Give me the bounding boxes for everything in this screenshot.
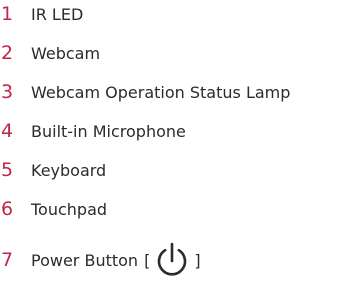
legend-label: Power Button bbox=[31, 250, 139, 270]
legend-item-built-in-microphone: 4 Built-in Microphone bbox=[0, 117, 186, 145]
legend-label: Touchpad bbox=[31, 199, 108, 219]
power-symbol-group: [ ] bbox=[138, 240, 201, 280]
legend-number: 7 bbox=[1, 249, 14, 271]
legend-item-webcam: 2 Webcam bbox=[0, 39, 100, 67]
legend-item-touchpad: 6 Touchpad bbox=[0, 195, 107, 223]
bracket-open: [ bbox=[144, 250, 151, 270]
legend-label: IR LED bbox=[31, 4, 84, 24]
legend-number: 5 bbox=[1, 159, 14, 181]
legend-label: Built-in Microphone bbox=[31, 121, 186, 141]
legend-number: 2 bbox=[1, 42, 14, 64]
bracket-close: ] bbox=[194, 250, 201, 270]
legend-label: Webcam Operation Status Lamp bbox=[31, 82, 291, 102]
legend-number: 6 bbox=[1, 198, 14, 220]
component-legend: 1 IR LED 2 Webcam 3 Webcam Operation Sta… bbox=[0, 0, 348, 287]
legend-number: 4 bbox=[1, 120, 14, 142]
legend-label: Keyboard bbox=[31, 160, 107, 180]
legend-item-power-button: 7 Power Button [ ] bbox=[0, 240, 201, 280]
legend-item-ir-led: 1 IR LED bbox=[0, 0, 83, 28]
legend-label: Webcam bbox=[31, 43, 101, 63]
legend-item-keyboard: 5 Keyboard bbox=[0, 156, 106, 184]
legend-number: 3 bbox=[1, 81, 14, 103]
power-icon bbox=[152, 240, 192, 280]
legend-number: 1 bbox=[1, 3, 14, 25]
legend-item-webcam-status-lamp: 3 Webcam Operation Status Lamp bbox=[0, 78, 290, 106]
